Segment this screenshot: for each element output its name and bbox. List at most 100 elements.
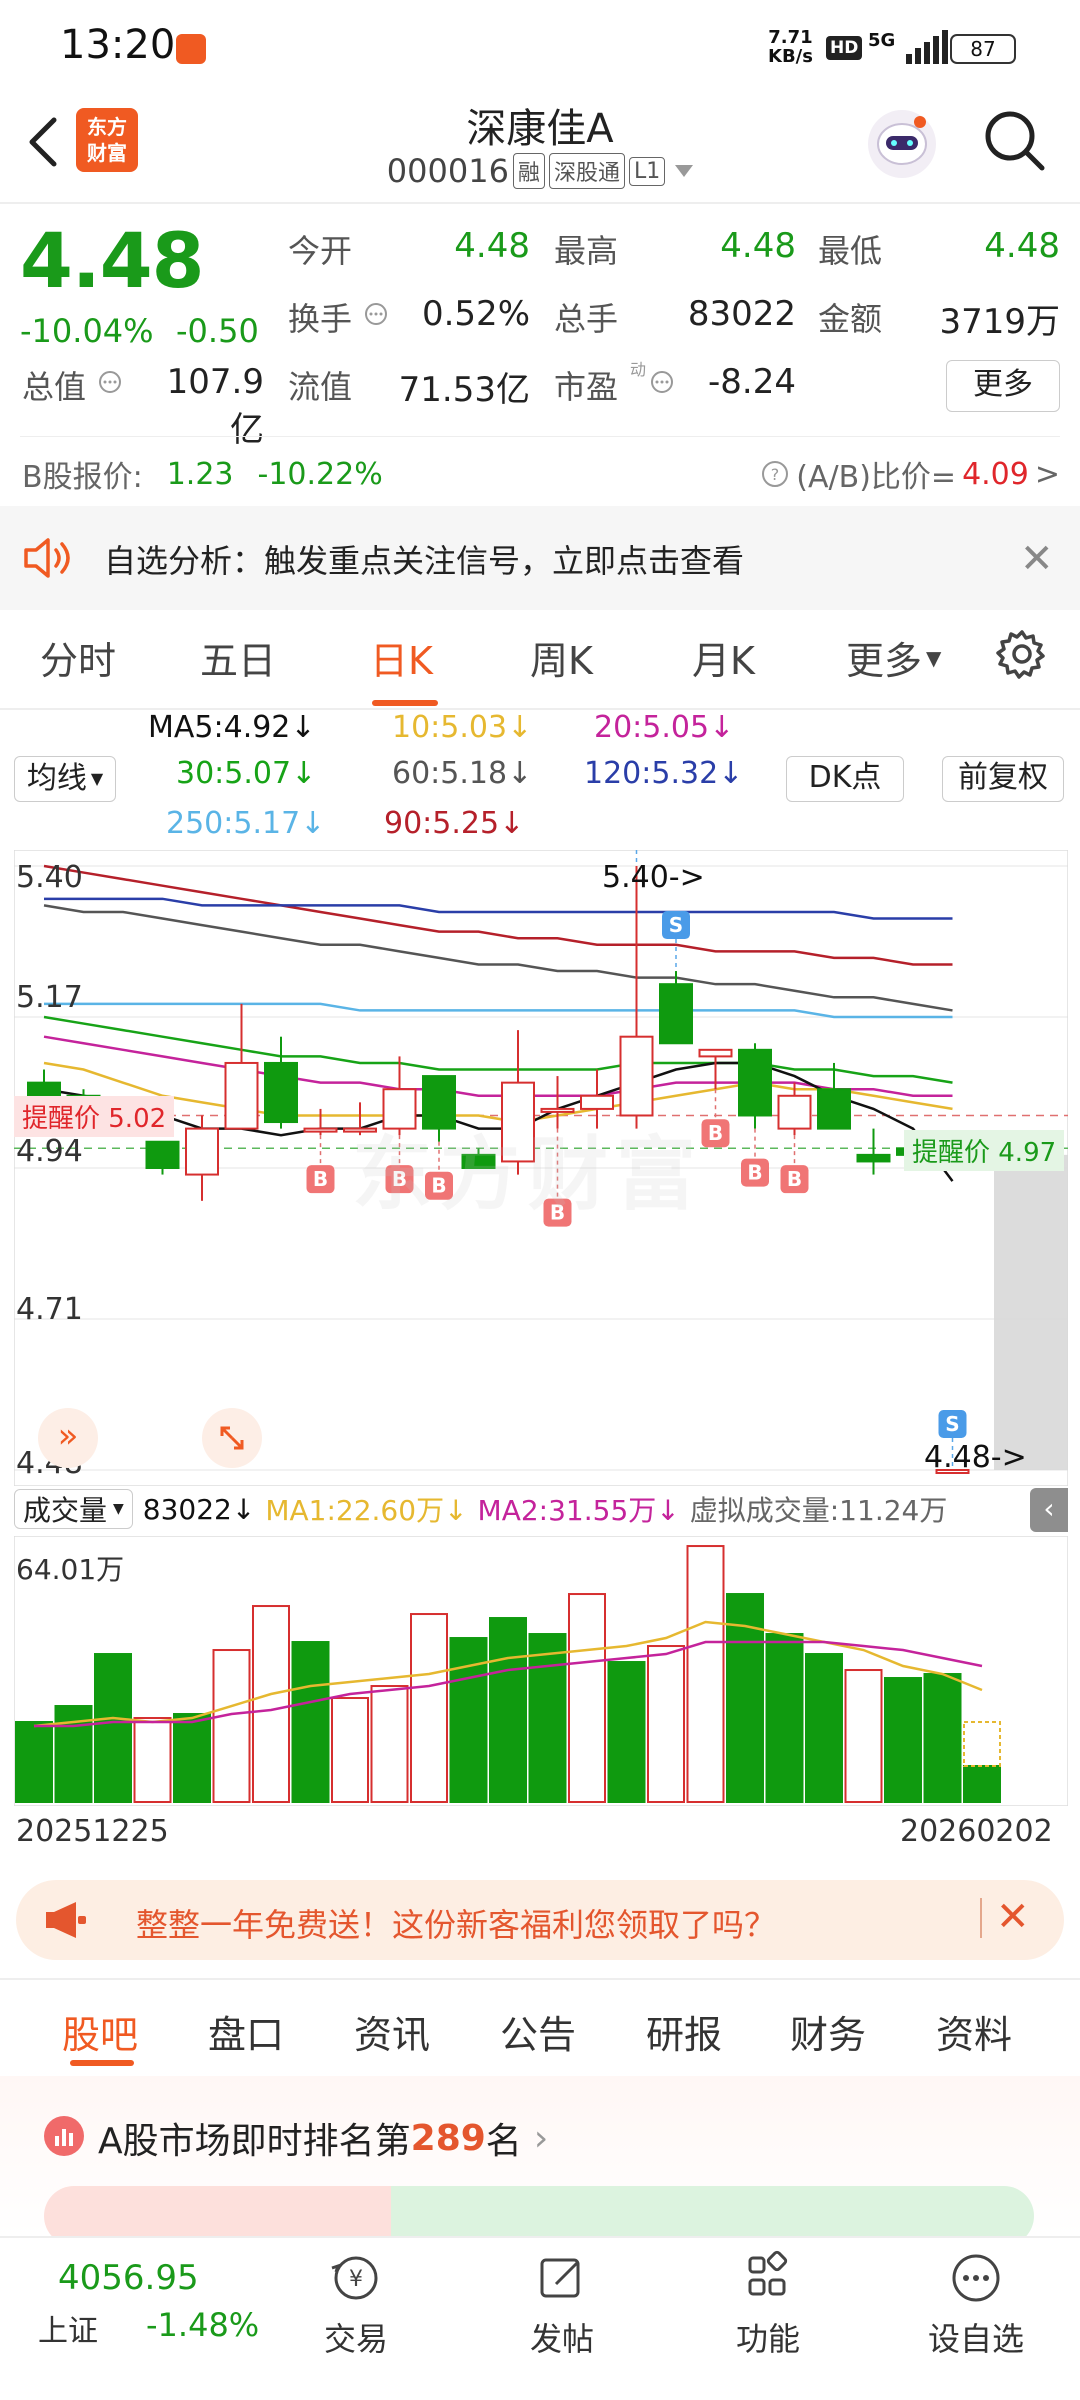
ab-ratio-value: 4.09 — [962, 456, 1029, 492]
virtual-volume: 虚拟成交量:11.24万 — [689, 1494, 948, 1527]
help-icon: ? — [762, 461, 789, 487]
index-change[interactable]: -1.48% — [146, 2306, 259, 2344]
ma90-value: 90:5.25 — [384, 806, 500, 841]
active-tab-indicator — [70, 2060, 134, 2066]
value-market-cap: 107.9亿 — [166, 362, 264, 450]
assistant-robot-icon[interactable] — [862, 104, 942, 184]
tab-profile[interactable]: 资料 — [936, 2004, 1012, 2059]
fullscreen-icon[interactable] — [202, 1408, 262, 1468]
volume-chart[interactable] — [14, 1536, 1068, 1806]
tab-intraday[interactable]: 分时 — [40, 630, 116, 685]
volume-bar-up — [370, 1685, 409, 1804]
value-volume: 83022 — [687, 294, 796, 334]
volume-legend: 成交量 ▼ 83022↓ MA1:22.60万↓ MA2:31.55万↓ 虚拟成… — [14, 1486, 1068, 1532]
volume-ma1: MA1:22.60万↓ — [265, 1494, 468, 1527]
tab-news[interactable]: 资讯 — [354, 2004, 430, 2059]
tab-finance[interactable]: 财务 — [790, 2004, 866, 2059]
ma10-legend: 10:5.03↓ — [392, 710, 533, 745]
network-speed: 7.71 KB/s — [768, 28, 813, 66]
divider — [0, 202, 1080, 204]
volume-bar-down — [15, 1721, 53, 1803]
volume-virtual-bar — [963, 1721, 1001, 1768]
nav-post-label: 发帖 — [529, 2320, 594, 2358]
tab-daily-k[interactable]: 日K — [370, 630, 433, 685]
ma120-value: 120:5.32 — [584, 756, 719, 791]
info-icon[interactable] — [364, 302, 388, 330]
remind-price-upper[interactable]: 提醒价 5.02 — [14, 1096, 175, 1137]
volume-bar-down — [884, 1677, 922, 1804]
rank-number: 289 — [410, 2117, 486, 2159]
expand-panel-icon[interactable]: » — [38, 1408, 98, 1468]
ma60-legend: 60:5.18↓ — [392, 756, 533, 791]
market-rank[interactable]: A股市场即时排名第 289 名 › — [98, 2112, 548, 2164]
volume-select-label: 成交量 — [23, 1494, 108, 1527]
indicator-select[interactable]: 均线 ▼ — [14, 756, 116, 802]
value-open: 4.48 — [454, 226, 530, 266]
nav-trade-label: 交易 — [323, 2320, 388, 2358]
label-volume: 总手 — [554, 300, 619, 338]
volume-max-label: 64.01万 — [16, 1553, 125, 1586]
volume-bar-down — [528, 1633, 567, 1803]
tab-more[interactable]: 更多 ▼ — [846, 630, 941, 685]
tag-margin: 融 — [512, 153, 545, 189]
ma5-value: MA5:4.92 — [148, 710, 291, 745]
search-icon[interactable] — [980, 106, 1050, 176]
active-tab-indicator — [372, 700, 438, 706]
info-icon[interactable] — [98, 370, 122, 398]
status-time: 13:20 — [60, 22, 176, 68]
index-value[interactable]: 4056.95 — [58, 2258, 199, 2298]
divider — [20, 436, 1060, 437]
tab-weekly-k[interactable]: 周K — [530, 630, 593, 685]
candle-down — [145, 1140, 180, 1170]
value-float-cap: 71.53亿 — [398, 370, 530, 410]
volume-indicator-select[interactable]: 成交量 ▼ — [14, 1489, 133, 1529]
change-percent: -10.04% — [20, 312, 154, 350]
tab-monthly-k[interactable]: 月K — [692, 630, 755, 685]
ma10-value: 10:5.03 — [392, 710, 508, 745]
dropdown-arrow-icon: ▼ — [90, 769, 104, 788]
nav-trade[interactable]: ¥ 交易 — [296, 2250, 416, 2360]
tab-research[interactable]: 研报 — [646, 2004, 722, 2059]
label-high: 最高 — [554, 232, 619, 270]
nav-post[interactable]: 发帖 — [502, 2250, 622, 2360]
dk-point-button[interactable]: DK点 — [786, 756, 904, 802]
tab-announcements[interactable]: 公告 — [500, 2004, 576, 2059]
close-icon[interactable]: ✕ — [1020, 536, 1054, 582]
collapse-panel-icon[interactable]: ‹ — [1030, 1488, 1068, 1532]
divider — [980, 1898, 982, 1938]
settings-gear-icon[interactable] — [996, 628, 1048, 684]
candle-down — [264, 1061, 298, 1124]
tab-five-day[interactable]: 五日 — [200, 630, 276, 685]
ma30-legend: 30:5.07↓ — [176, 756, 317, 791]
ab-ratio-label: (A/B)比价= — [796, 460, 957, 495]
tag-connect: 深股通 — [548, 153, 625, 189]
volume-ma2-text: MA2:31.55万 — [477, 1494, 657, 1527]
volume-bar-down — [805, 1653, 843, 1804]
ab-ratio[interactable]: ? (A/B)比价= 4.09 > — [760, 452, 1060, 496]
ma30-value: 30:5.07 — [176, 756, 292, 791]
forward-adjust-button[interactable]: 前复权 — [942, 756, 1064, 802]
tab-orderbook[interactable]: 盘口 — [208, 2004, 284, 2059]
y-tick-label: 5.40 — [16, 860, 83, 895]
tab-forum[interactable]: 股吧 — [62, 2004, 138, 2059]
b-share-label: B股报价: — [22, 460, 143, 495]
remind-price-lower[interactable]: 提醒价 4.97 — [904, 1130, 1065, 1171]
ma250-legend: 250:5.17↓ — [166, 806, 326, 841]
label-turnover: 换手 — [288, 300, 353, 338]
nav-set-watchlist[interactable]: 设自选 — [916, 2250, 1036, 2360]
more-button[interactable]: 更多 — [946, 360, 1060, 412]
candle-down — [27, 1081, 61, 1097]
candle-up — [224, 1061, 259, 1130]
alert-text: 自选分析：触发重点关注信号，立即点击查看 — [104, 542, 745, 580]
volume-bar-down — [765, 1633, 804, 1803]
info-icon[interactable] — [650, 370, 674, 398]
high-price-callout: 5.40-> — [602, 860, 705, 895]
promo-close-icon[interactable]: ✕ — [996, 1894, 1030, 1940]
volume-bar-down — [173, 1713, 211, 1803]
low-price-callout: 4.48-> — [924, 1440, 1027, 1475]
sell-signal-label: S — [669, 913, 683, 937]
app-notification-icon — [176, 34, 206, 64]
nav-functions[interactable]: 功能 — [708, 2250, 828, 2360]
value-low: 4.48 — [984, 226, 1060, 266]
index-name[interactable]: 上证 — [38, 2306, 98, 2350]
